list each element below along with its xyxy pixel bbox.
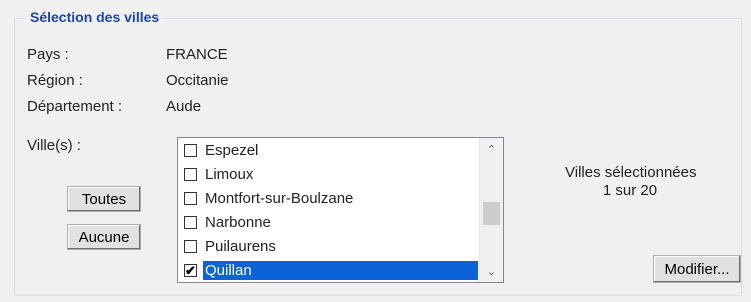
scroll-up-arrow-icon[interactable]: ⌃ bbox=[480, 138, 503, 160]
cities-label: Ville(s) : bbox=[27, 137, 81, 154]
modify-button[interactable]: Modifier... bbox=[653, 255, 741, 283]
region-value: Occitanie bbox=[166, 72, 229, 89]
scroll-down-arrow-icon[interactable]: ⌄ bbox=[480, 260, 503, 282]
list-item-label: Montfort-sur-Boulzane bbox=[205, 189, 354, 207]
list-item-label: Espezel bbox=[205, 141, 259, 159]
checkbox[interactable] bbox=[184, 215, 197, 229]
list-item-label: Puilaurens bbox=[205, 237, 276, 255]
region-label: Région : bbox=[27, 72, 83, 89]
country-label: Pays : bbox=[27, 46, 69, 63]
list-item[interactable]: Puilaurens bbox=[178, 234, 478, 258]
list-item-label: Quillan bbox=[203, 260, 478, 280]
group-title: Sélection des villes bbox=[26, 9, 164, 25]
checkbox[interactable] bbox=[184, 143, 197, 157]
list-item[interactable]: Espezel bbox=[178, 138, 478, 162]
list-item[interactable]: Narbonne bbox=[178, 210, 478, 234]
department-value: Aude bbox=[166, 98, 202, 115]
cities-list: Espezel Limoux Montfort-sur-Boulzane Narbon… bbox=[178, 138, 478, 282]
list-item[interactable]: Montfort-sur-Boulzane bbox=[178, 186, 478, 210]
scrollbar-thumb[interactable] bbox=[483, 202, 500, 225]
list-item-label: Limoux bbox=[205, 165, 254, 183]
list-item[interactable]: Limoux bbox=[178, 162, 478, 186]
department-label: Département : bbox=[27, 98, 123, 115]
checkbox[interactable] bbox=[184, 239, 197, 253]
checkbox[interactable] bbox=[184, 191, 197, 205]
checkbox[interactable] bbox=[184, 167, 197, 181]
list-item[interactable]: ✔ Quillan bbox=[178, 258, 478, 282]
country-value: FRANCE bbox=[166, 46, 228, 63]
list-item-label: Narbonne bbox=[205, 213, 271, 231]
selected-cities-title: Villes sélectionnées bbox=[565, 164, 697, 181]
select-all-button[interactable]: Toutes bbox=[67, 186, 141, 212]
selected-cities-count: 1 sur 20 bbox=[602, 182, 658, 199]
listbox-scrollbar[interactable]: ⌃ ⌄ bbox=[479, 138, 503, 282]
checkbox[interactable]: ✔ bbox=[184, 263, 197, 277]
cities-listbox[interactable]: Espezel Limoux Montfort-sur-Boulzane Narbon… bbox=[177, 137, 504, 283]
select-none-button[interactable]: Aucune bbox=[67, 224, 141, 250]
